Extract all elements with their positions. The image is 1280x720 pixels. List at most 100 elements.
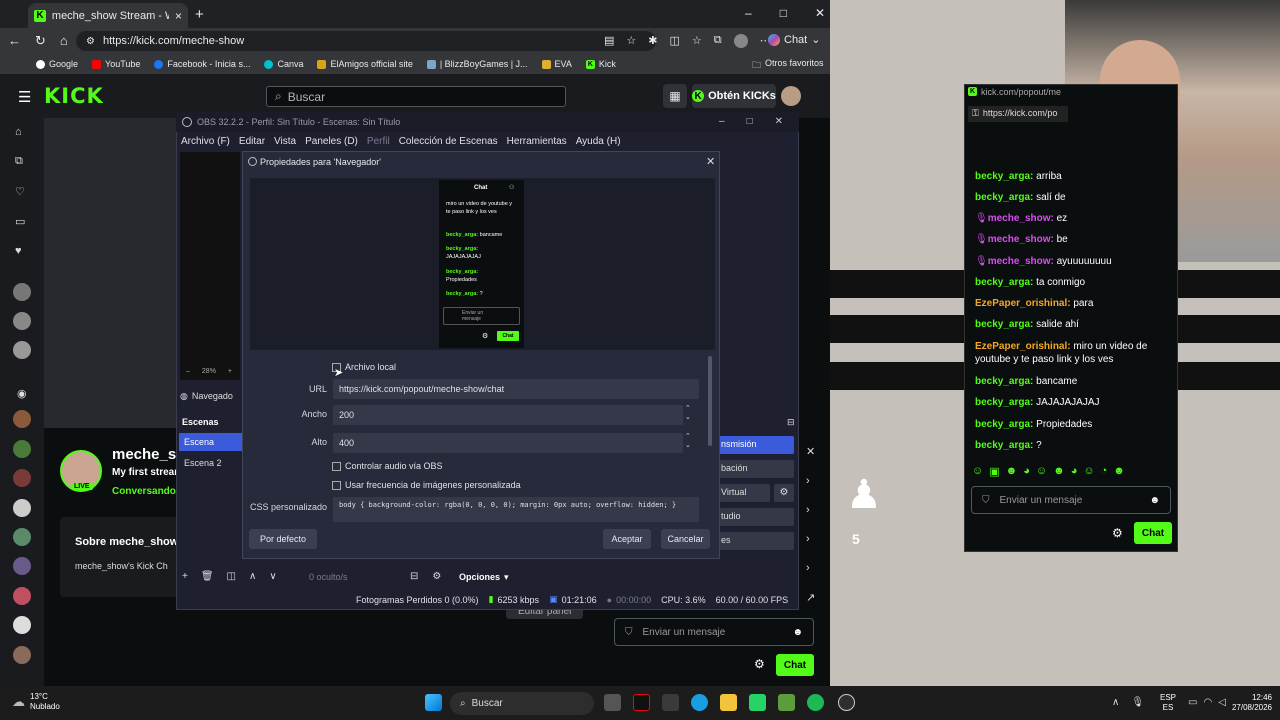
menu-coleccion[interactable]: Colección de Escenas — [399, 136, 498, 147]
menu-icon[interactable]: ☰ — [18, 88, 31, 106]
trash-icon[interactable]: 🗑 — [201, 571, 214, 582]
obs-taskbar-icon[interactable] — [838, 694, 855, 711]
chat-username[interactable]: meche_show: — [988, 213, 1054, 224]
channel-avatar-5[interactable] — [13, 440, 31, 458]
wifi-icon[interactable]: ◠ — [1203, 697, 1212, 708]
library-icon[interactable]: ▦ — [663, 84, 687, 108]
scene-item[interactable]: Escena 2 — [184, 458, 222, 468]
home-icon[interactable]: ⌂ — [60, 33, 68, 49]
add-icon[interactable]: + — [182, 571, 188, 582]
panel-menu-icon[interactable]: ⊟ — [787, 417, 795, 428]
reader-icon[interactable]: ▤ — [604, 34, 614, 48]
edge-icon[interactable] — [691, 694, 708, 711]
layout-icon[interactable]: ⊟ — [410, 571, 418, 582]
channel-avatar-6[interactable] — [13, 469, 31, 487]
chat-username[interactable]: becky_arga: — [975, 376, 1033, 387]
reload-icon[interactable]: ↻ — [35, 33, 46, 49]
split-icon[interactable]: ◫ — [670, 34, 680, 48]
extensions-icon[interactable]: ✱ — [648, 34, 657, 48]
emote-icon[interactable]: ☺ — [1036, 465, 1047, 478]
chat-username[interactable]: becky_arga: — [975, 419, 1033, 430]
other-favorites[interactable]: 🗀 Otros favoritos — [752, 58, 824, 74]
defaults-button[interactable]: Por defecto — [249, 529, 317, 549]
properties-icon[interactable]: ⚙ — [432, 571, 441, 582]
bookmark-facebook[interactable]: Facebook - Inicia s... — [154, 59, 250, 69]
emote-icon[interactable]: ☻ — [1113, 465, 1125, 478]
studio-mode-button[interactable]: tudio — [719, 508, 794, 526]
start-recording-button[interactable]: bación — [719, 460, 794, 478]
windows-start-icon[interactable] — [425, 694, 442, 711]
minimize-icon[interactable]: – — [745, 6, 752, 20]
kick-logo[interactable]: KICK — [44, 84, 104, 108]
bookmark-canva[interactable]: Canva — [264, 59, 303, 69]
emote-icon[interactable]: ☺ — [1083, 465, 1094, 478]
chat-username[interactable]: EzePaper_orishinal: — [975, 341, 1071, 352]
profile-icon[interactable] — [733, 34, 748, 48]
emote-icon[interactable]: ▣ — [989, 465, 999, 478]
custom-fps-checkbox[interactable]: Usar frecuencia de imágenes personalizad… — [332, 480, 521, 491]
channel-avatar-10[interactable] — [13, 587, 31, 605]
popout-address[interactable]: ⚿ https://kick.com/po — [968, 106, 1068, 122]
get-kicks-button[interactable]: K Obtén KICKs — [692, 84, 776, 108]
minimize-icon[interactable]: – — [719, 116, 725, 127]
clock[interactable]: 12:46 27/08/2026 — [1222, 693, 1272, 713]
menu-herramientas[interactable]: Herramientas — [507, 136, 567, 147]
zoom-in-icon[interactable]: + — [228, 368, 232, 375]
store-nav-icon[interactable]: ▭ — [15, 215, 25, 228]
chat-username[interactable]: becky_arga: — [975, 319, 1033, 330]
netflix-icon[interactable] — [633, 694, 650, 711]
virtual-camera-settings-icon[interactable]: ⚙ — [774, 484, 794, 502]
new-tab-button[interactable]: + — [195, 6, 204, 23]
whatsapp-icon[interactable] — [749, 694, 766, 711]
emoji-icon[interactable]: ☻ — [792, 627, 803, 638]
channel-avatar-7[interactable] — [13, 499, 31, 517]
chat-username[interactable]: EzePaper_orishinal: — [975, 298, 1071, 309]
arrow-down-icon[interactable]: ∨ — [269, 571, 276, 582]
control-audio-checkbox[interactable]: Controlar audio vía OBS — [332, 461, 443, 472]
maximize-icon[interactable]: □ — [780, 6, 787, 20]
browser-tab[interactable]: K meche_show Stream - Watch Live × — [28, 3, 188, 28]
url-field[interactable]: https://kick.com/popout/meche-show/chat — [333, 379, 699, 399]
stream-player[interactable] — [44, 118, 179, 428]
scene-item-selected[interactable]: Escena — [179, 433, 243, 451]
height-stepper[interactable]: ⌃ ⌄ — [685, 432, 691, 450]
emote-icon[interactable]: ◔ — [1101, 465, 1108, 478]
dialog-scrollbar[interactable] — [708, 356, 712, 446]
channel-name[interactable]: meche_sh — [112, 446, 185, 463]
chat-username[interactable]: meche_show: — [988, 256, 1054, 267]
task-view-icon[interactable] — [604, 694, 621, 711]
bookmark-elamigos[interactable]: ElAmigos official site — [317, 59, 413, 69]
channel-avatar-3[interactable] — [13, 341, 31, 359]
weather-widget[interactable]: ☁ 13°C Nublado — [12, 692, 60, 712]
chevron-up-icon[interactable]: ∧ — [1112, 697, 1119, 708]
accept-button[interactable]: Aceptar — [603, 529, 651, 549]
monitor-icon[interactable]: ▭ — [1188, 697, 1197, 708]
calculator-icon[interactable] — [662, 694, 679, 711]
dialog-close-icon[interactable]: ✕ — [706, 155, 715, 168]
kick-search-input[interactable]: ⌕ Buscar — [266, 86, 566, 107]
zoom-out-icon[interactable]: – — [186, 368, 190, 375]
following-nav-icon[interactable]: ♡ — [15, 185, 25, 198]
channel-avatar-2[interactable] — [13, 312, 31, 330]
width-field[interactable]: 200 — [333, 405, 683, 425]
chat-username[interactable]: becky_arga: — [975, 440, 1033, 451]
user-avatar[interactable] — [781, 86, 801, 106]
width-stepper[interactable]: ⌃ ⌄ — [685, 404, 691, 422]
external-link-icon[interactable]: ↗ — [806, 591, 815, 604]
site-info-icon[interactable]: ⚙ — [86, 36, 95, 47]
emoji-icon[interactable]: ☻ — [1149, 495, 1160, 506]
popout-chat-input[interactable]: ⛉ Enviar un mensaje ☻ — [971, 486, 1171, 514]
settings-button[interactable]: es — [719, 532, 794, 550]
minecraft-icon[interactable] — [778, 694, 795, 711]
height-field[interactable]: 400 — [333, 433, 683, 453]
language-indicator[interactable]: ESP ES — [1160, 693, 1176, 713]
virtual-camera-button[interactable]: Virtual — [719, 484, 770, 502]
favorite-star-icon[interactable]: ☆ — [626, 34, 636, 48]
channel-avatar-11[interactable] — [13, 616, 31, 634]
kick-chat-input[interactable]: ⛉ Enviar un mensaje ☻ — [614, 618, 814, 646]
url-bar[interactable]: ⚙ https://kick.com/meche-show — [76, 31, 656, 51]
microphone-icon[interactable]: 🎙 — [1131, 697, 1144, 708]
menu-archivo[interactable]: Archivo (F) — [181, 136, 230, 147]
chat-username[interactable]: becky_arga: — [975, 277, 1033, 288]
close-window-icon[interactable]: ✕ — [815, 6, 825, 20]
